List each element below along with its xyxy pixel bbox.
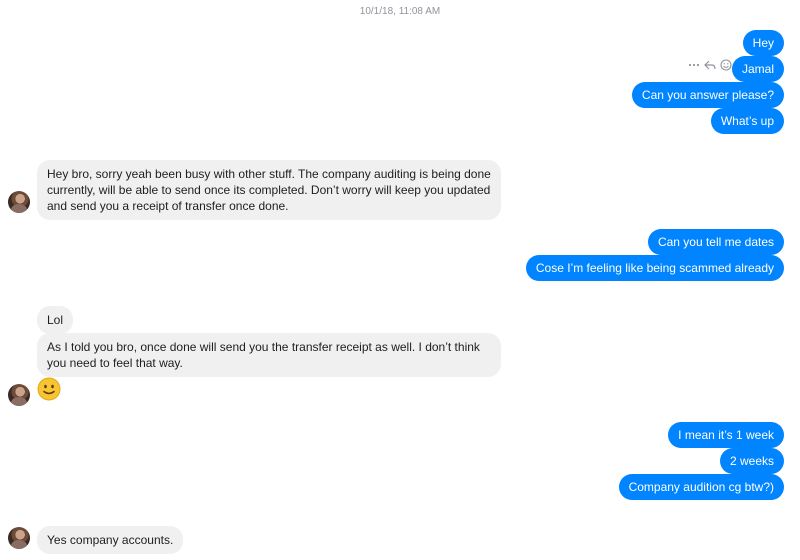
outgoing-message[interactable]: Cose I’m feeling like being scammed alre… <box>525 255 784 281</box>
outgoing-message[interactable]: 2 weeks <box>719 448 784 474</box>
message-timestamp: 10/1/18, 11:08 AM <box>359 6 441 17</box>
avatar[interactable] <box>8 384 30 406</box>
incoming-message[interactable]: Lol <box>37 306 74 334</box>
outgoing-message[interactable]: What’s up <box>710 108 784 134</box>
outgoing-message[interactable]: Hey <box>742 30 784 56</box>
reaction-icon[interactable] <box>720 59 732 71</box>
more-icon[interactable] <box>688 59 700 71</box>
message-actions <box>688 59 732 71</box>
incoming-message[interactable]: Hey bro, sorry yeah been busy with other… <box>37 160 501 220</box>
outgoing-message[interactable]: Jamal <box>731 56 784 82</box>
outgoing-message[interactable]: I mean it’s 1 week <box>668 422 784 448</box>
outgoing-message[interactable]: Can you answer please? <box>631 82 784 108</box>
avatar[interactable] <box>8 527 30 549</box>
reply-icon[interactable] <box>704 59 716 71</box>
outgoing-message[interactable]: Company audition cg btw?) <box>618 474 784 500</box>
slightly-smiling-face-icon[interactable] <box>37 377 61 401</box>
incoming-message[interactable]: Yes company accounts. <box>37 526 184 554</box>
avatar[interactable] <box>8 191 30 213</box>
outgoing-message[interactable]: Can you tell me dates <box>647 229 784 255</box>
incoming-message[interactable]: As I told you bro, once done will send y… <box>37 333 501 377</box>
